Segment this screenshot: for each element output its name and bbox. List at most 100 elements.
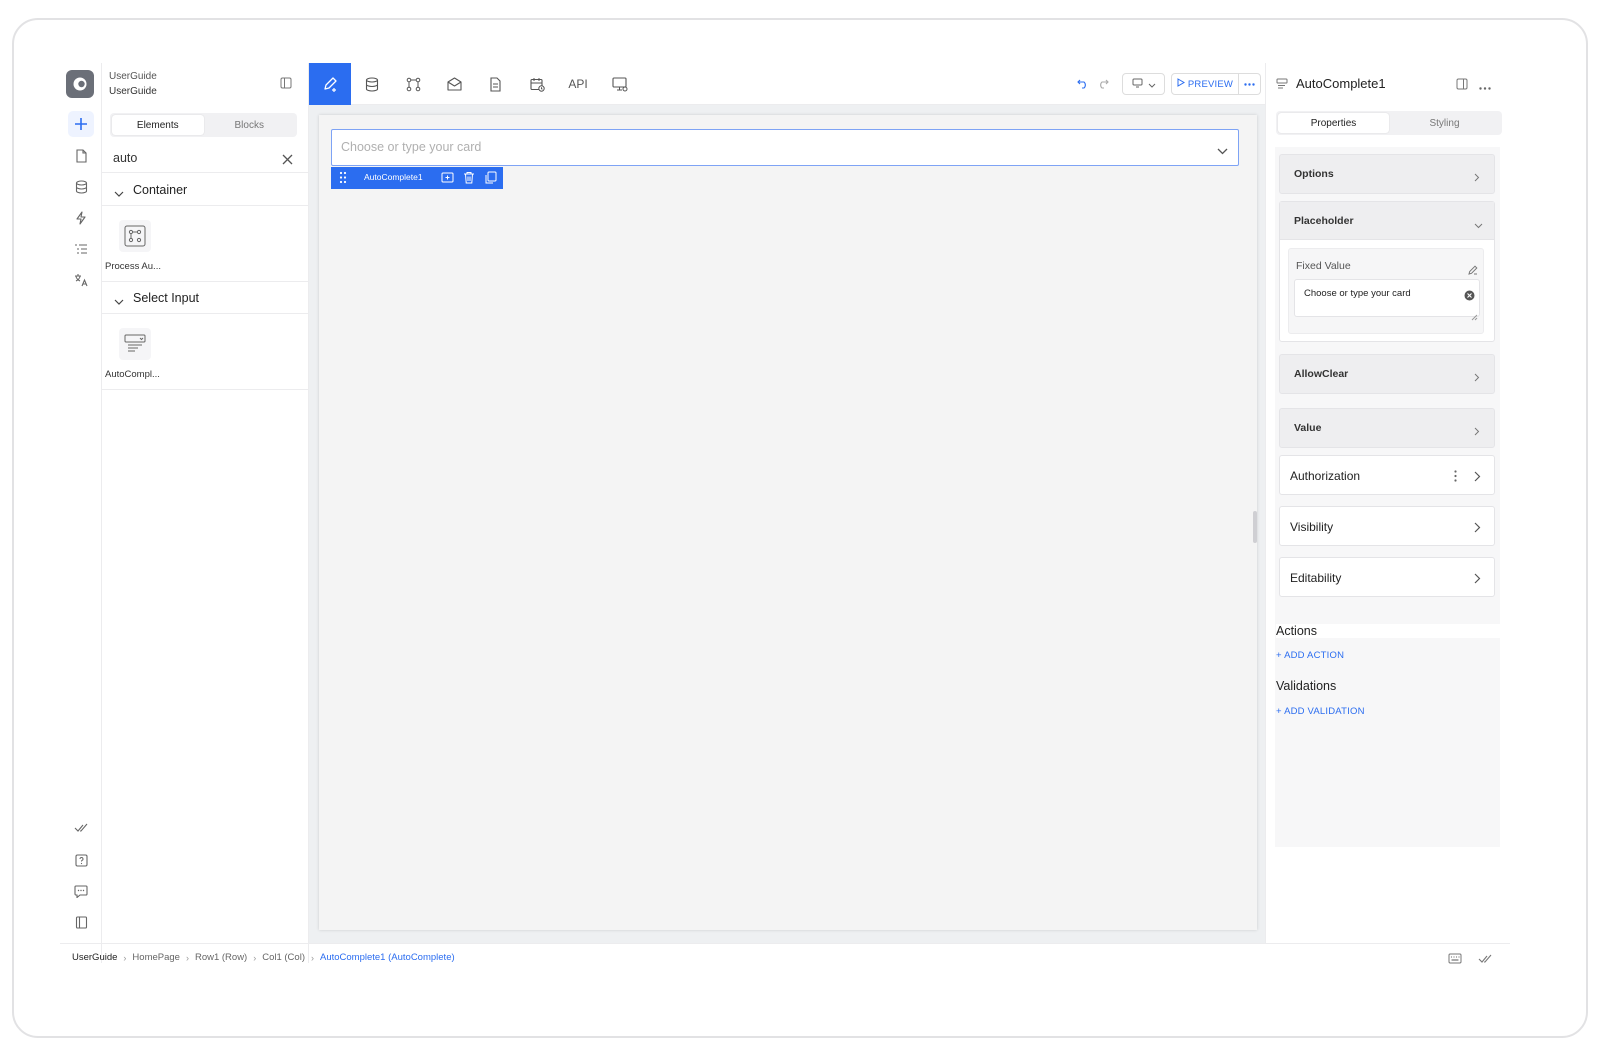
- checks-icon[interactable]: [68, 815, 94, 841]
- actions-title: Actions: [1276, 624, 1506, 638]
- section-label: Visibility: [1290, 520, 1334, 534]
- elements-panel: UserGuide UserGuide Elements Blocks auto…: [102, 63, 309, 963]
- breadcrumb-item[interactable]: HomePage: [132, 952, 180, 963]
- help-icon[interactable]: [68, 847, 94, 873]
- fixed-value-label: Fixed Value: [1296, 260, 1351, 272]
- list-icon[interactable]: [68, 236, 94, 262]
- book-icon[interactable]: [68, 909, 94, 935]
- app-logo[interactable]: [66, 70, 94, 98]
- value-section[interactable]: Value: [1279, 408, 1495, 448]
- fixed-value-input[interactable]: Choose or type your card: [1294, 279, 1480, 321]
- authorization-section[interactable]: Authorization: [1279, 455, 1495, 495]
- mail-icon[interactable]: [433, 63, 475, 105]
- section-label: Editability: [1290, 571, 1342, 585]
- document-icon[interactable]: [474, 63, 516, 105]
- chevron-right-icon: [1474, 169, 1480, 187]
- fixed-value-box: Fixed Value Choose or type your card: [1288, 248, 1484, 334]
- component-icon: [1276, 77, 1288, 95]
- canvas-area: Choose or type your card AutoComplete1: [309, 105, 1265, 943]
- breadcrumb-item[interactable]: Row1 (Row): [195, 952, 247, 963]
- chevron-down-icon: [1148, 75, 1156, 93]
- close-icon[interactable]: [282, 152, 293, 170]
- editability-section[interactable]: Editability: [1279, 557, 1495, 597]
- lightning-icon[interactable]: [68, 205, 94, 231]
- delete-icon[interactable]: [463, 171, 475, 189]
- redo-icon[interactable]: [1095, 73, 1111, 95]
- component-title[interactable]: AutoComplete1: [1296, 76, 1386, 91]
- tab-elements[interactable]: Elements: [112, 115, 204, 135]
- element-search[interactable]: auto: [102, 143, 309, 173]
- page-canvas[interactable]: Choose or type your card AutoComplete1: [319, 115, 1257, 930]
- chevron-right-icon: [1474, 520, 1481, 538]
- tab-blocks[interactable]: Blocks: [204, 115, 296, 135]
- keyboard-icon[interactable]: [1448, 951, 1462, 969]
- properties-styling-toggle: Properties Styling: [1276, 111, 1502, 135]
- add-validation-link[interactable]: + ADD VALIDATION: [1276, 706, 1365, 717]
- edit-binding-icon[interactable]: [1468, 262, 1478, 280]
- breadcrumb: UserGuide › HomePage › Row1 (Row) › Col1…: [72, 952, 455, 963]
- workflow-icon[interactable]: [392, 63, 434, 105]
- more-options-icon[interactable]: [1239, 73, 1261, 95]
- screen-settings-icon[interactable]: [599, 63, 641, 105]
- group-container[interactable]: Container: [102, 174, 309, 206]
- section-label: Authorization: [1290, 469, 1361, 483]
- options-section[interactable]: Options: [1279, 154, 1495, 194]
- checks-icon[interactable]: [1478, 951, 1492, 969]
- database-icon[interactable]: [351, 63, 393, 105]
- chevron-right-icon: [1474, 571, 1481, 589]
- duplicate-icon[interactable]: [485, 171, 497, 189]
- search-input[interactable]: auto: [113, 151, 137, 165]
- element-process-automation[interactable]: Process Au...: [102, 206, 309, 282]
- breadcrumb-current[interactable]: AutoComplete1 (AutoComplete): [320, 952, 455, 963]
- component-selection-bar: AutoComplete1: [331, 167, 503, 189]
- project-line2: UserGuide: [109, 86, 157, 97]
- add-action-link[interactable]: + ADD ACTION: [1276, 650, 1344, 661]
- tab-properties[interactable]: Properties: [1278, 113, 1389, 133]
- resize-grip-icon[interactable]: [1471, 308, 1478, 326]
- more-options-icon[interactable]: [1479, 77, 1491, 95]
- kebab-menu-icon[interactable]: [1454, 469, 1457, 487]
- properties-panel: AutoComplete1 Properties Styling Options…: [1265, 63, 1510, 943]
- element-autocomplete[interactable]: AutoCompl...: [102, 314, 309, 390]
- chat-icon[interactable]: [68, 878, 94, 904]
- process-icon: [119, 220, 151, 252]
- edit-icon[interactable]: [309, 63, 351, 105]
- translate-icon[interactable]: [68, 267, 94, 293]
- properties-body: Options Placeholder Fixed Value Choose o…: [1275, 147, 1500, 847]
- undo-icon[interactable]: [1075, 73, 1091, 95]
- collapse-panel-icon[interactable]: [280, 76, 292, 94]
- element-label: Process Au...: [105, 261, 161, 272]
- plus-icon[interactable]: [68, 111, 94, 137]
- chevron-down-icon: [114, 293, 124, 311]
- chevron-right-icon: ›: [185, 952, 189, 963]
- section-label: Options: [1294, 168, 1334, 180]
- database-icon[interactable]: [68, 174, 94, 200]
- allow-clear-section[interactable]: AllowClear: [1279, 354, 1495, 394]
- device-selector[interactable]: [1122, 73, 1165, 95]
- fixed-value-text: Choose or type your card: [1304, 288, 1411, 299]
- calendar-icon[interactable]: [516, 63, 558, 105]
- validations-title: Validations: [1276, 679, 1337, 693]
- chevron-down-icon[interactable]: [1217, 142, 1228, 160]
- page-icon[interactable]: [68, 143, 94, 169]
- panel-toggle-icon[interactable]: [1456, 77, 1468, 95]
- selected-component-label: AutoComplete1: [364, 172, 423, 182]
- chevron-right-icon: [1474, 423, 1480, 441]
- chevron-right-icon: ›: [310, 952, 314, 963]
- group-select-input[interactable]: Select Input: [102, 282, 309, 314]
- left-rail: [60, 63, 102, 963]
- placeholder-header[interactable]: Placeholder: [1280, 202, 1494, 240]
- api-button[interactable]: API: [557, 63, 599, 105]
- panel-resize-handle[interactable]: [1253, 511, 1257, 543]
- breadcrumb-item[interactable]: Col1 (Col): [262, 952, 305, 963]
- drag-handle-icon[interactable]: [339, 171, 347, 189]
- clear-icon[interactable]: [1464, 288, 1475, 306]
- play-icon: [1177, 78, 1185, 90]
- visibility-section[interactable]: Visibility: [1279, 506, 1495, 546]
- add-icon[interactable]: [441, 171, 454, 189]
- tab-styling[interactable]: Styling: [1389, 113, 1500, 133]
- breadcrumb-item[interactable]: UserGuide: [72, 952, 117, 963]
- preview-button[interactable]: PREVIEW: [1171, 73, 1239, 95]
- autocomplete-input[interactable]: Choose or type your card: [331, 129, 1239, 166]
- chevron-down-icon: [1474, 216, 1483, 234]
